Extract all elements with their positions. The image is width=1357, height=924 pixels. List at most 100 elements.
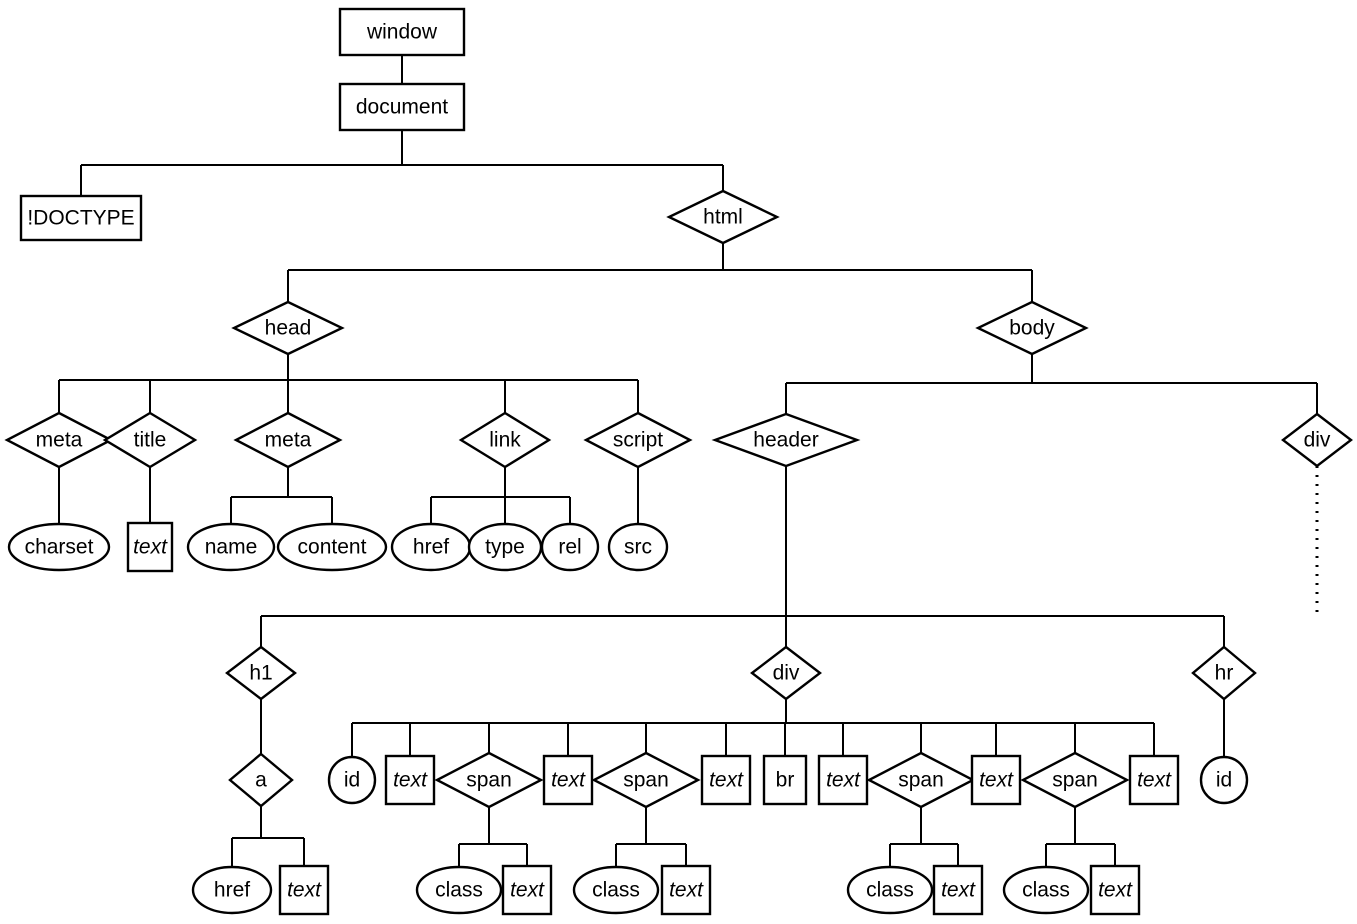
node-a[interactable]: a bbox=[228, 752, 294, 808]
node-shape-ellipse-charset bbox=[7, 522, 111, 572]
node-src[interactable]: src bbox=[607, 522, 669, 572]
node-span1[interactable]: span bbox=[434, 751, 544, 809]
node-shape-diamond-bodydiv bbox=[1281, 412, 1353, 468]
node-shape-ellipse-href2 bbox=[191, 865, 273, 915]
node-h1[interactable]: h1 bbox=[225, 645, 297, 701]
connector-row-span3 bbox=[889, 807, 959, 867]
node-shape-ellipse-src bbox=[607, 522, 669, 572]
connector-row-html bbox=[287, 243, 1033, 302]
node-class2[interactable]: class bbox=[572, 865, 660, 915]
node-shape-ellipse-class3 bbox=[846, 865, 934, 915]
edges-layer bbox=[58, 55, 1319, 867]
node-shape-rect-br bbox=[762, 754, 808, 806]
node-dtext5[interactable]: text bbox=[970, 754, 1022, 806]
node-shape-diamond-html bbox=[666, 189, 780, 245]
node-class1[interactable]: class bbox=[415, 865, 503, 915]
node-shape-diamond-body bbox=[975, 300, 1089, 356]
node-shape-ellipse-class1 bbox=[415, 865, 503, 915]
node-shape-diamond-hdrdiv bbox=[750, 645, 822, 701]
node-html[interactable]: html bbox=[666, 189, 780, 245]
node-script[interactable]: script bbox=[583, 411, 693, 469]
connector-row-body bbox=[785, 354, 1318, 414]
node-shape-ellipse-rel bbox=[540, 522, 600, 572]
connector-row-span4 bbox=[1045, 807, 1116, 867]
node-shape-ellipse-class4 bbox=[1002, 865, 1090, 915]
node-title[interactable]: title bbox=[102, 411, 198, 469]
node-shape-diamond-a bbox=[228, 752, 294, 808]
node-doctype[interactable]: !DOCTYPE bbox=[19, 194, 143, 242]
node-hdrdiv[interactable]: div bbox=[750, 645, 822, 701]
node-bodydiv[interactable]: div bbox=[1281, 412, 1353, 468]
node-shape-ellipse-href1 bbox=[390, 522, 472, 572]
node-shape-rect-s2text bbox=[660, 864, 712, 916]
dom-tree-diagram: window document !DOCTYPE html head body meta ti… bbox=[0, 0, 1357, 924]
connector-row-a bbox=[231, 806, 305, 867]
node-head[interactable]: head bbox=[231, 300, 345, 356]
node-charset[interactable]: charset bbox=[7, 522, 111, 572]
dom-tree-svg: window document !DOCTYPE html head body meta ti… bbox=[4, 7, 1353, 916]
connector-row-span1 bbox=[458, 807, 528, 867]
node-header[interactable]: header bbox=[711, 412, 861, 468]
node-class4[interactable]: class bbox=[1002, 865, 1090, 915]
node-dtext2[interactable]: text bbox=[542, 754, 594, 806]
node-shape-diamond-span4 bbox=[1020, 751, 1130, 809]
node-span4[interactable]: span bbox=[1020, 751, 1130, 809]
node-s4text[interactable]: text bbox=[1089, 864, 1141, 916]
node-meta1[interactable]: meta bbox=[4, 411, 114, 469]
node-shape-rect-doctype bbox=[19, 194, 143, 242]
node-shape-rect-titletext bbox=[126, 521, 174, 573]
connector-row-span2 bbox=[615, 807, 687, 867]
node-shape-diamond-head bbox=[231, 300, 345, 356]
connector-row-meta2 bbox=[230, 467, 333, 524]
node-s2text[interactable]: text bbox=[660, 864, 712, 916]
node-span2[interactable]: span bbox=[591, 751, 701, 809]
node-shape-ellipse-hrid bbox=[1199, 755, 1249, 805]
node-dtext1[interactable]: text bbox=[384, 754, 436, 806]
node-dtext4[interactable]: text bbox=[817, 754, 869, 806]
node-shape-rect-s4text bbox=[1089, 864, 1141, 916]
node-shape-rect-s1text bbox=[501, 864, 553, 916]
node-br[interactable]: br bbox=[762, 754, 808, 806]
node-href1[interactable]: href bbox=[390, 522, 472, 572]
node-document[interactable]: document bbox=[338, 82, 466, 132]
node-href2[interactable]: href bbox=[191, 865, 273, 915]
node-span3[interactable]: span bbox=[866, 751, 976, 809]
node-rel[interactable]: rel bbox=[540, 522, 600, 572]
node-shape-ellipse-divid bbox=[327, 755, 377, 805]
node-window[interactable]: window bbox=[338, 7, 466, 57]
connector-row-link bbox=[430, 467, 571, 524]
node-content[interactable]: content bbox=[276, 522, 388, 572]
node-link[interactable]: link bbox=[458, 411, 552, 469]
node-shape-diamond-link bbox=[458, 411, 552, 469]
node-body[interactable]: body bbox=[975, 300, 1089, 356]
node-shape-rect-dtext1 bbox=[384, 754, 436, 806]
node-name[interactable]: name bbox=[186, 522, 276, 572]
node-type[interactable]: type bbox=[467, 522, 543, 572]
node-hr[interactable]: hr bbox=[1191, 645, 1257, 701]
node-shape-rect-dtext2 bbox=[542, 754, 594, 806]
node-dtext6[interactable]: text bbox=[1128, 754, 1180, 806]
node-shape-ellipse-type bbox=[467, 522, 543, 572]
node-shape-ellipse-class2 bbox=[572, 865, 660, 915]
node-s3text[interactable]: text bbox=[932, 864, 984, 916]
node-shape-rect-dtext6 bbox=[1128, 754, 1180, 806]
node-hrid[interactable]: id bbox=[1199, 755, 1249, 805]
node-shape-rect-dtext3 bbox=[700, 754, 752, 806]
node-titletext[interactable]: text bbox=[126, 521, 174, 573]
node-shape-diamond-title bbox=[102, 411, 198, 469]
node-shape-diamond-meta1 bbox=[4, 411, 114, 469]
node-shape-diamond-span1 bbox=[434, 751, 544, 809]
node-atext[interactable]: text bbox=[278, 864, 330, 916]
node-shape-diamond-script bbox=[583, 411, 693, 469]
nodes-layer: window document !DOCTYPE html head body meta ti… bbox=[4, 7, 1353, 916]
node-class3[interactable]: class bbox=[846, 865, 934, 915]
connector-row-document bbox=[80, 130, 724, 196]
node-meta2[interactable]: meta bbox=[233, 411, 343, 469]
node-shape-diamond-h1 bbox=[225, 645, 297, 701]
node-dtext3[interactable]: text bbox=[700, 754, 752, 806]
node-shape-rect-window bbox=[338, 7, 466, 57]
node-divid[interactable]: id bbox=[327, 755, 377, 805]
node-shape-diamond-meta2 bbox=[233, 411, 343, 469]
node-shape-rect-dtext4 bbox=[817, 754, 869, 806]
node-s1text[interactable]: text bbox=[501, 864, 553, 916]
